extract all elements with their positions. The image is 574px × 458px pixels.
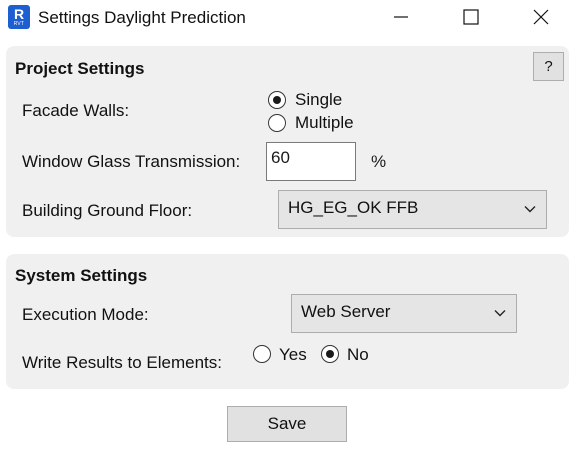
radio-selected-dot [272, 95, 281, 104]
chevron-down-icon [494, 310, 506, 317]
close-button[interactable] [518, 0, 564, 34]
window-title: Settings Daylight Prediction [38, 8, 246, 27]
execution-mode-dropdown[interactable]: Web Server [291, 294, 517, 333]
execution-mode-value: Web Server [301, 302, 391, 321]
close-icon [533, 9, 549, 25]
minimize-icon [394, 16, 408, 18]
window-glass-input[interactable]: 60 [266, 142, 356, 181]
chevron-down-icon [524, 206, 536, 213]
write-results-yes-radio[interactable] [253, 345, 271, 363]
app-icon-letter: R [13, 6, 25, 22]
system-settings-title: System Settings [15, 266, 148, 285]
project-settings-title: Project Settings [15, 59, 145, 78]
write-results-label: Write Results to Elements: [22, 353, 222, 372]
write-results-no-label[interactable]: No [347, 345, 369, 365]
write-results-yes-label[interactable]: Yes [279, 345, 307, 365]
minimize-button[interactable] [378, 0, 424, 34]
write-results-no-radio[interactable] [321, 345, 339, 363]
app-icon-caption: RVT [13, 21, 25, 27]
facade-walls-label: Facade Walls: [22, 101, 130, 120]
facade-single-label[interactable]: Single [295, 90, 342, 110]
window-glass-label: Window Glass Transmission: [22, 152, 241, 171]
facade-single-radio[interactable] [268, 91, 286, 109]
title-bar: R RVT Settings Daylight Prediction [0, 0, 574, 36]
revit-app-icon: R RVT [8, 5, 30, 29]
facade-multiple-label[interactable]: Multiple [295, 113, 354, 133]
facade-multiple-radio[interactable] [268, 114, 286, 132]
save-button[interactable]: Save [227, 406, 347, 442]
maximize-icon [463, 9, 479, 25]
ground-floor-label: Building Ground Floor: [22, 201, 193, 220]
execution-mode-label: Execution Mode: [22, 305, 149, 324]
maximize-button[interactable] [448, 0, 494, 34]
ground-floor-dropdown[interactable]: HG_EG_OK FFB [278, 190, 547, 229]
help-button[interactable]: ? [533, 52, 564, 81]
ground-floor-value: HG_EG_OK FFB [288, 198, 419, 217]
percent-unit: % [371, 152, 387, 171]
radio-selected-dot [325, 349, 334, 358]
